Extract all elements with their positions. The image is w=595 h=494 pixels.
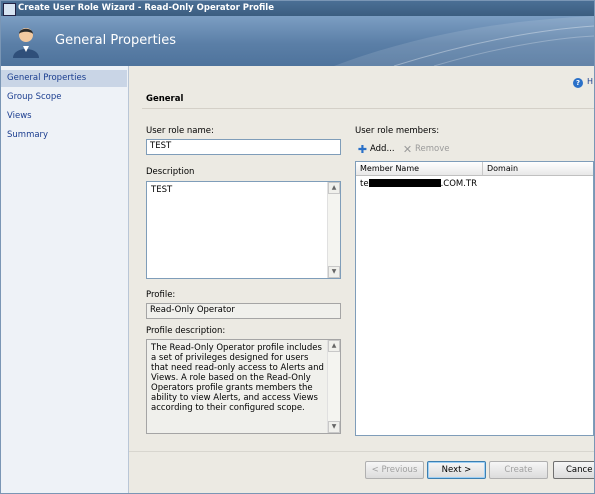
scroll-down-icon[interactable]: ▼: [328, 266, 340, 278]
wizard-window: Create User Role Wizard - Read-Only Oper…: [0, 0, 595, 494]
members-label: User role members:: [355, 126, 440, 136]
cancel-button[interactable]: Cance: [553, 461, 594, 479]
description-input[interactable]: TEST ▲ ▼: [146, 181, 341, 279]
next-button[interactable]: Next >: [427, 461, 486, 479]
list-item[interactable]: te .COM.TR: [360, 179, 477, 189]
section-divider: [142, 108, 594, 109]
add-icon: ✚: [357, 143, 368, 156]
member-name-prefix: te: [360, 179, 369, 189]
description-label: Description: [146, 167, 195, 177]
description-scrollbar[interactable]: ▲ ▼: [327, 182, 340, 278]
role-name-label: User role name:: [146, 126, 214, 136]
profile-description-label: Profile description:: [146, 326, 226, 336]
column-member-name[interactable]: Member Name: [356, 162, 483, 175]
help-icon[interactable]: ?: [573, 78, 583, 88]
nav-item-views[interactable]: Views: [1, 108, 127, 125]
previous-button[interactable]: < Previous: [365, 461, 424, 479]
members-list-header: Member Name Domain: [356, 162, 593, 176]
scroll-up-icon[interactable]: ▲: [328, 182, 340, 194]
add-member-label: Add...: [370, 144, 395, 154]
wizard-header: General Properties: [1, 16, 594, 66]
profile-description-text: The Read-Only Operator profile includes …: [151, 343, 324, 413]
profile-field: Read-Only Operator: [146, 303, 341, 319]
add-member-button[interactable]: ✚ Add...: [357, 142, 395, 156]
help-link[interactable]: H: [587, 77, 593, 86]
remove-member-button[interactable]: ✕ Remove: [402, 142, 450, 156]
nav-item-group-scope[interactable]: Group Scope: [1, 89, 127, 106]
role-name-input[interactable]: TEST: [146, 139, 341, 155]
description-text: TEST: [151, 185, 173, 195]
profile-label: Profile:: [146, 290, 176, 300]
nav-item-summary[interactable]: Summary: [1, 127, 127, 144]
title-bar: Create User Role Wizard - Read-Only Oper…: [1, 1, 594, 16]
remove-icon: ✕: [402, 143, 413, 156]
header-swoosh: [334, 16, 594, 66]
member-name-suffix: .COM.TR: [440, 179, 478, 189]
create-button[interactable]: Create: [489, 461, 548, 479]
scroll-up-icon[interactable]: ▲: [328, 340, 340, 352]
window-title: Create User Role Wizard - Read-Only Oper…: [18, 3, 274, 13]
main-content: ? H General User role name: TEST Descrip…: [129, 66, 594, 451]
redacted-text: [368, 179, 441, 187]
section-title: General: [146, 94, 184, 104]
wizard-footer: < Previous Next > Create Cance: [129, 451, 594, 493]
profile-description-scrollbar[interactable]: ▲ ▼: [327, 340, 340, 433]
profile-description-field: The Read-Only Operator profile includes …: [146, 339, 341, 434]
window-icon: [3, 3, 16, 16]
remove-member-label: Remove: [415, 144, 450, 154]
column-domain[interactable]: Domain: [483, 162, 593, 175]
user-icon: [13, 28, 39, 58]
wizard-nav: General Properties Group Scope Views Sum…: [1, 66, 129, 493]
nav-item-general-properties[interactable]: General Properties: [1, 70, 127, 87]
scroll-down-icon[interactable]: ▼: [328, 421, 340, 433]
page-title: General Properties: [55, 33, 177, 48]
members-list[interactable]: Member Name Domain te .COM.TR: [355, 161, 594, 436]
